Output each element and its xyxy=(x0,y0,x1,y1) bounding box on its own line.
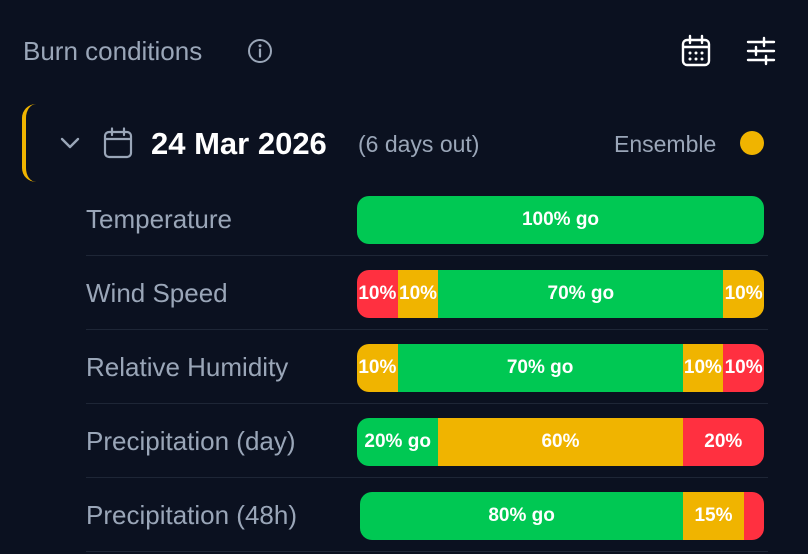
bar-segment-go[interactable]: 70% go xyxy=(438,270,724,318)
calendar-icon xyxy=(103,127,133,159)
bar-segment-go[interactable]: 70% go xyxy=(397,344,683,392)
bar-segment-caution[interactable]: 15% xyxy=(683,492,744,540)
forecast-date: 24 Mar 2026 xyxy=(151,126,327,161)
go-nogo-bar[interactable]: 10% 10% 70% go 10% xyxy=(357,270,764,318)
go-nogo-bar[interactable]: 100% go xyxy=(357,196,764,244)
condition-label: Relative Humidity xyxy=(86,352,289,382)
calendar-icon xyxy=(681,34,711,67)
condition-label: Temperature xyxy=(86,204,232,234)
bar-segment-caution[interactable]: 10% xyxy=(397,270,439,318)
bar-segment-caution[interactable]: 10% xyxy=(357,344,398,392)
bar-segment-go[interactable]: 20% go xyxy=(357,418,439,466)
bar-segment-nogo[interactable]: 10% xyxy=(723,344,764,392)
bar-segment-caution[interactable]: 10% xyxy=(723,270,764,318)
filters-button[interactable] xyxy=(744,34,778,68)
source-status-dot xyxy=(740,131,764,155)
calendar-button[interactable] xyxy=(680,34,712,68)
condition-label: Precipitation (48h) xyxy=(86,500,297,530)
bar-segment-nogo[interactable] xyxy=(743,492,764,540)
condition-row: Temperature 100% go xyxy=(86,182,768,256)
condition-row: Precipitation (48h) 80% go 15% xyxy=(86,478,768,552)
sliders-icon xyxy=(746,36,776,66)
bar-segment-go[interactable]: 80% go xyxy=(360,492,684,540)
bar-segment-go[interactable]: 100% go xyxy=(357,196,764,244)
go-nogo-bar[interactable]: 10% 70% go 10% 10% xyxy=(357,344,764,392)
panel-title: Burn conditions xyxy=(23,36,203,66)
go-nogo-bar[interactable]: 80% go 15% xyxy=(360,492,764,540)
forecast-source-label: Ensemble xyxy=(614,131,717,157)
chevron-down-icon[interactable] xyxy=(58,131,82,155)
condition-row: Relative Humidity 10% 70% go 10% 10% xyxy=(86,330,768,404)
burn-conditions-panel: Burn conditions 24 Mar 2026 (6 days out)… xyxy=(0,0,808,554)
bar-segment-nogo[interactable]: 20% xyxy=(682,418,764,466)
day-accent-bar xyxy=(22,104,36,182)
condition-row: Wind Speed 10% 10% 70% go 10% xyxy=(86,256,768,330)
go-nogo-bar[interactable]: 20% go 60% 20% xyxy=(357,418,764,466)
bar-segment-caution[interactable]: 10% xyxy=(682,344,724,392)
conditions-list: Temperature 100% go Wind Speed 10% 10% 70% go… xyxy=(86,182,768,552)
condition-row: Precipitation (day) 20% go 60% 20% xyxy=(86,404,768,478)
condition-label: Precipitation (day) xyxy=(86,426,296,456)
bar-segment-nogo[interactable]: 10% xyxy=(357,270,398,318)
bar-segment-caution[interactable]: 60% xyxy=(438,418,683,466)
condition-label: Wind Speed xyxy=(86,278,228,308)
days-out-label: (6 days out) xyxy=(358,131,480,157)
panel-header: Burn conditions xyxy=(0,0,808,100)
info-icon[interactable] xyxy=(247,38,273,64)
